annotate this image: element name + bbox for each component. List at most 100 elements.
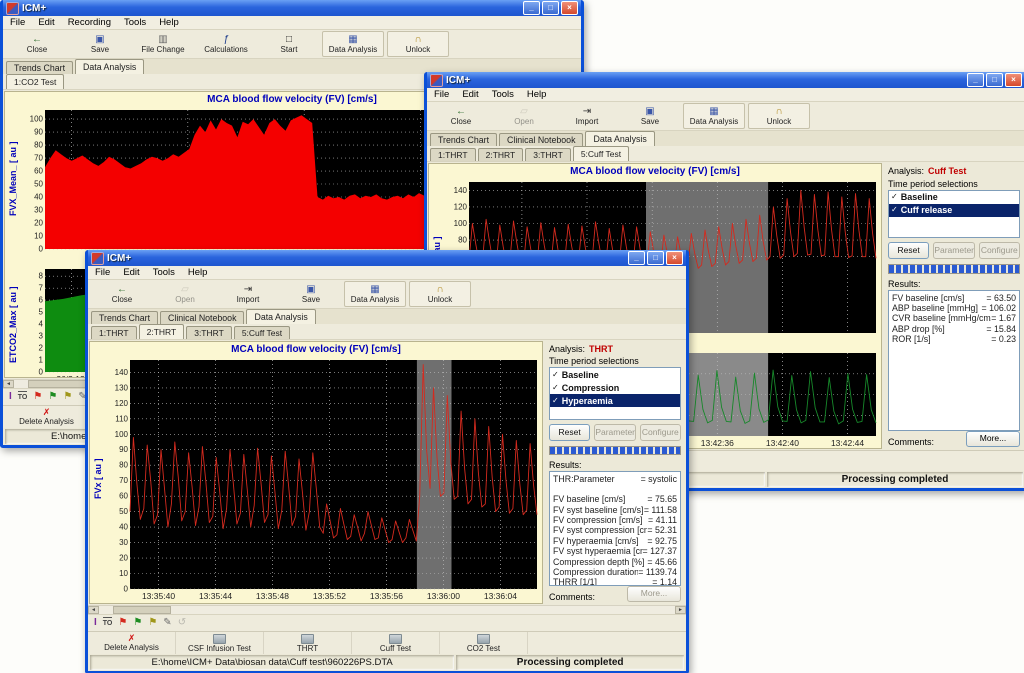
- menu-item[interactable]: Help: [159, 17, 179, 28]
- co2-test-button[interactable]: CO2 Test: [440, 632, 528, 654]
- tab[interactable]: Data Analysis: [75, 59, 144, 74]
- menu-item[interactable]: File: [95, 267, 110, 278]
- time-period-item[interactable]: ✓ Baseline: [889, 191, 1019, 204]
- menu-item[interactable]: Edit: [462, 89, 478, 100]
- data-analysis-button[interactable]: ▦ Data Analysis: [683, 103, 745, 129]
- panel-button[interactable]: Reset: [888, 242, 929, 259]
- flag-red-icon[interactable]: ⚑: [118, 617, 127, 629]
- unlock-button[interactable]: ∩ Unlock: [409, 281, 471, 307]
- close-button[interactable]: ← Close: [7, 31, 67, 57]
- time-period-item[interactable]: ✓ Cuff release: [889, 204, 1019, 217]
- analysis-subtab[interactable]: 5:Cuff Test: [573, 146, 629, 161]
- fv-pulse-chart[interactable]: 010203040506070809010011012013014013:35:…: [104, 356, 540, 602]
- ibeam-select-icon[interactable]: I: [9, 391, 12, 403]
- more-button[interactable]: More...: [627, 586, 681, 602]
- data-analysis-button[interactable]: ▦ Data Analysis: [344, 281, 406, 307]
- save-button[interactable]: ▣ Save: [620, 103, 680, 129]
- menu-item[interactable]: File: [434, 89, 449, 100]
- flag-green-icon[interactable]: ⚑: [133, 617, 142, 629]
- checkbox-checked-icon[interactable]: ✓: [552, 397, 559, 405]
- checkbox-checked-icon[interactable]: ✓: [552, 384, 559, 392]
- scroll-left-icon[interactable]: ◄: [88, 606, 99, 614]
- tab[interactable]: Clinical Notebook: [160, 311, 244, 324]
- menu-item[interactable]: File: [10, 17, 25, 28]
- checkbox-checked-icon[interactable]: ✓: [891, 193, 898, 201]
- menu-item[interactable]: Edit: [38, 17, 54, 28]
- close-button[interactable]: ← Close: [92, 281, 152, 307]
- time-period-item[interactable]: ✓ Baseline: [550, 368, 680, 381]
- analysis-subtab[interactable]: 1:THRT: [430, 148, 476, 161]
- more-button[interactable]: More...: [966, 431, 1020, 447]
- save-button[interactable]: ▣ Save: [281, 281, 341, 307]
- checkbox-checked-icon[interactable]: ✓: [552, 371, 559, 379]
- analysis-subtab[interactable]: 2:THRT: [478, 148, 524, 161]
- unlock-button[interactable]: ∩ Unlock: [748, 103, 810, 129]
- w3-h-scrollbar[interactable]: ◄ ►: [88, 605, 686, 614]
- tab[interactable]: Trends Chart: [430, 133, 497, 146]
- save-button[interactable]: ▣ Save: [70, 31, 130, 57]
- menu-item[interactable]: Tools: [124, 17, 146, 28]
- flag-yellow-icon[interactable]: ⚑: [63, 391, 72, 403]
- time-period-item[interactable]: ✓ Hyperaemia: [550, 394, 680, 407]
- cuff-test-button[interactable]: Cuff Test: [352, 632, 440, 654]
- delete-analysis-button[interactable]: ✗ Delete Analysis: [88, 632, 176, 654]
- scroll-right-icon[interactable]: ►: [675, 606, 686, 614]
- analysis-subtab[interactable]: 3:THRT: [186, 326, 232, 339]
- scroll-thumb[interactable]: [28, 380, 86, 388]
- time-period-listbox[interactable]: ✓ Baseline ✓ Cuff release: [888, 190, 1020, 239]
- menu-item[interactable]: Tools: [492, 89, 514, 100]
- tab[interactable]: Clinical Notebook: [499, 133, 583, 146]
- tab[interactable]: Data Analysis: [585, 131, 654, 146]
- open-button[interactable]: ▱ Open: [494, 103, 554, 129]
- maximize-button[interactable]: □: [647, 251, 664, 265]
- panel-button[interactable]: Configure: [640, 424, 681, 441]
- thrt-test-button[interactable]: THRT: [264, 632, 352, 654]
- ibeam-select-icon[interactable]: I: [94, 617, 97, 629]
- open-button[interactable]: ▱ Open: [155, 281, 215, 307]
- tab[interactable]: Data Analysis: [246, 309, 315, 324]
- close-window-button[interactable]: ×: [1005, 73, 1022, 87]
- minimize-button[interactable]: _: [967, 73, 984, 87]
- menu-item[interactable]: Recording: [68, 17, 111, 28]
- file-change-button[interactable]: ▥ File Change: [133, 31, 193, 57]
- time-period-listbox[interactable]: ✓ Baseline ✓ Compression ✓ Hyperaemia: [549, 367, 681, 419]
- import-button[interactable]: ⇥ Import: [557, 103, 617, 129]
- flag-green-icon[interactable]: ⚑: [48, 391, 57, 403]
- menu-item[interactable]: Help: [188, 267, 208, 278]
- csf-infusion-test-button[interactable]: CSF Infusion Test: [176, 632, 264, 654]
- flag-red-icon[interactable]: ⚑: [33, 391, 42, 403]
- import-button[interactable]: ⇥ Import: [218, 281, 278, 307]
- unlock-button[interactable]: ∩ Unlock: [387, 31, 449, 57]
- minimize-button[interactable]: _: [628, 251, 645, 265]
- checkbox-checked-icon[interactable]: ✓: [891, 206, 898, 214]
- analysis-subtab[interactable]: 5:Cuff Test: [234, 326, 290, 339]
- tab[interactable]: Trends Chart: [91, 311, 158, 324]
- menu-item[interactable]: Tools: [153, 267, 175, 278]
- flag-yellow-icon[interactable]: ⚑: [148, 617, 157, 629]
- calculations-button[interactable]: ƒ Calculations: [196, 31, 256, 57]
- analysis-subtab[interactable]: 2:THRT: [139, 324, 185, 339]
- panel-button[interactable]: Parameters: [933, 242, 974, 259]
- edit-icon[interactable]: ✎: [163, 617, 171, 629]
- w3-titlebar[interactable]: ICM+ _ □ ×: [88, 250, 686, 266]
- maximize-button[interactable]: □: [986, 73, 1003, 87]
- delete-analysis-button[interactable]: ✗ Delete Analysis: [3, 406, 91, 428]
- maximize-button[interactable]: □: [542, 1, 559, 15]
- menu-item[interactable]: Help: [527, 89, 547, 100]
- data-analysis-button[interactable]: ▦ Data Analysis: [322, 31, 384, 57]
- close-window-button[interactable]: ×: [561, 1, 578, 15]
- panel-button[interactable]: Reset: [549, 424, 590, 441]
- scroll-thumb[interactable]: [113, 606, 171, 614]
- analysis-subtab[interactable]: 1:CO2 Test: [6, 74, 64, 89]
- panel-button[interactable]: Parameters: [594, 424, 635, 441]
- panel-button[interactable]: Configure: [979, 242, 1020, 259]
- start-button[interactable]: □ Start: [259, 31, 319, 57]
- menu-item[interactable]: Edit: [123, 267, 139, 278]
- close-button[interactable]: ← Close: [431, 103, 491, 129]
- close-window-button[interactable]: ×: [666, 251, 683, 265]
- w2-titlebar[interactable]: ICM+ _ □ ×: [427, 72, 1024, 88]
- w1-titlebar[interactable]: ICM+ _ □ ×: [3, 0, 581, 16]
- minimize-button[interactable]: _: [523, 1, 540, 15]
- time-period-item[interactable]: ✓ Compression: [550, 381, 680, 394]
- scroll-left-icon[interactable]: ◄: [3, 380, 14, 388]
